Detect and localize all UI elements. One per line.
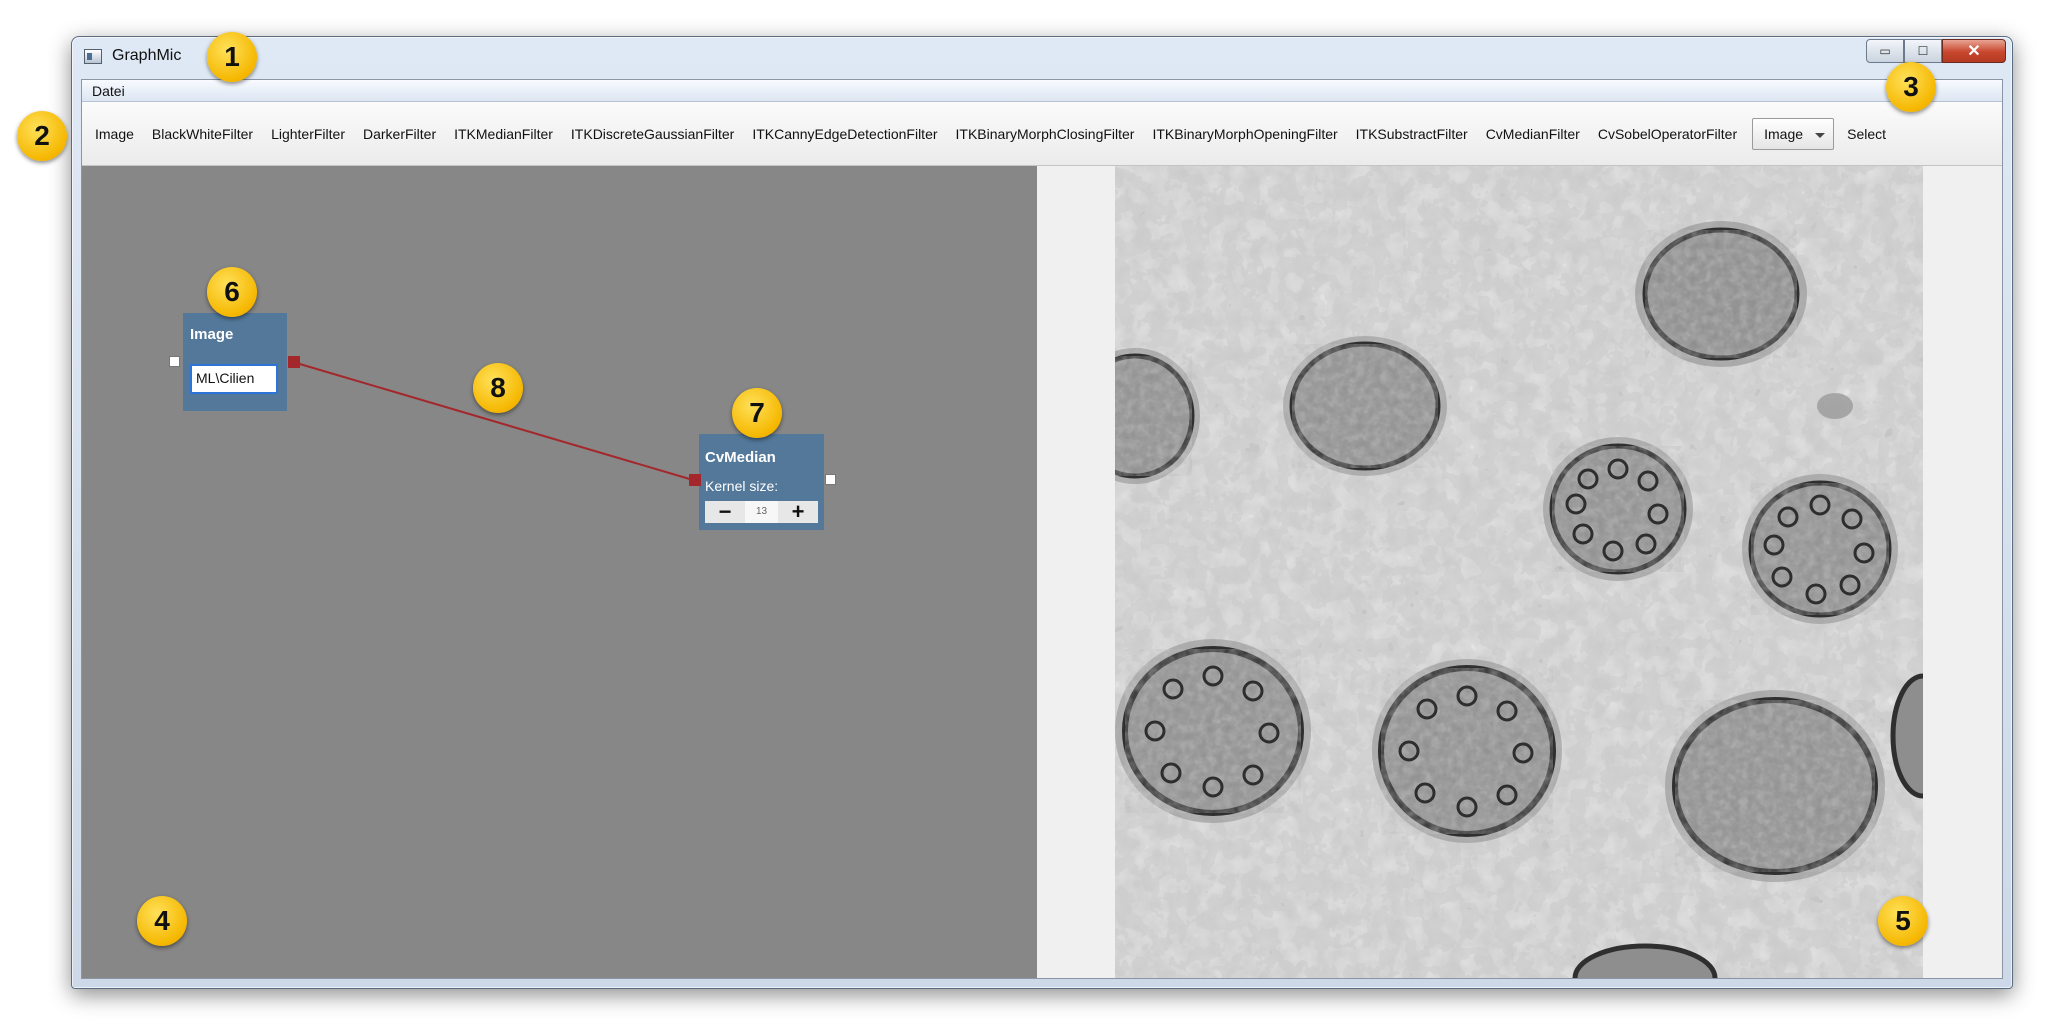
- cvmedian-node-output-port[interactable]: [825, 474, 836, 485]
- callout-marker-8: 8: [473, 363, 523, 413]
- toolbar-blackwhitefilter[interactable]: BlackWhiteFilter: [143, 126, 262, 142]
- toolbar-itkbinarymorphopeningfilter[interactable]: ITKBinaryMorphOpeningFilter: [1143, 126, 1346, 142]
- toolbar-image[interactable]: Image: [86, 126, 143, 142]
- toolbar-itkbinarymorphclosingfilter[interactable]: ITKBinaryMorphClosingFilter: [947, 126, 1144, 142]
- callout-marker-7: 7: [732, 388, 782, 438]
- image-node-title: Image: [190, 326, 234, 343]
- increment-button[interactable]: +: [778, 501, 818, 523]
- title-bar[interactable]: GraphMic ▭ ☐ ✕: [72, 37, 2012, 79]
- image-node-output-port[interactable]: [288, 356, 300, 368]
- menu-datei[interactable]: Datei: [92, 83, 125, 99]
- minimize-icon: ▭: [1879, 44, 1891, 58]
- maximize-icon: ☐: [1917, 44, 1929, 58]
- callout-marker-4: 4: [137, 896, 187, 946]
- callout-marker-1: 1: [207, 32, 257, 82]
- toolbar: Image BlackWhiteFilter LighterFilter Dar…: [82, 102, 2002, 166]
- window-title: GraphMic: [112, 47, 182, 64]
- toolbar-cvsoboloperatorfilter[interactable]: CvSobelOperatorFilter: [1589, 126, 1746, 142]
- toolbar-darkerfilter[interactable]: DarkerFilter: [354, 126, 445, 142]
- select-button[interactable]: Select: [1838, 126, 1895, 142]
- decrement-button[interactable]: −: [705, 501, 745, 523]
- callout-marker-6: 6: [207, 267, 257, 317]
- content-area: Image ML\Cilien CvMedian Kernel size: − …: [82, 166, 2002, 978]
- window-controls: ▭ ☐ ✕: [1866, 39, 2006, 63]
- image-node-input-port[interactable]: [169, 356, 180, 367]
- cvmedian-node-title: CvMedian: [705, 449, 776, 466]
- toolbar-itksubstractfilter[interactable]: ITKSubstractFilter: [1347, 126, 1477, 142]
- toolbar-itkcannyedgedetectionfilter[interactable]: ITKCannyEdgeDetectionFilter: [743, 126, 946, 142]
- toolbar-itkdiscretegaussianfilter[interactable]: ITKDiscreteGaussianFilter: [562, 126, 743, 142]
- minimize-button[interactable]: ▭: [1866, 39, 1904, 63]
- image-node[interactable]: Image ML\Cilien: [183, 313, 287, 411]
- callout-marker-3: 3: [1886, 62, 1936, 112]
- mode-combo-value: Image: [1764, 125, 1804, 142]
- app-window: GraphMic ▭ ☐ ✕ Datei Image BlackWhiteFil…: [71, 36, 2013, 989]
- chevron-down-icon: [1815, 132, 1826, 138]
- client-area: Datei Image BlackWhiteFilter LighterFilt…: [81, 79, 2003, 979]
- toolbar-itkmedianfilter[interactable]: ITKMedianFilter: [445, 126, 562, 142]
- maximize-button[interactable]: ☐: [1904, 39, 1942, 63]
- callout-marker-5: 5: [1878, 896, 1928, 946]
- image-path-input[interactable]: ML\Cilien: [190, 364, 278, 394]
- kernel-size-label: Kernel size:: [705, 478, 779, 494]
- close-icon: ✕: [1967, 43, 1981, 60]
- cvmedian-node-input-port[interactable]: [689, 474, 701, 486]
- image-preview-panel: [1037, 166, 2002, 978]
- callout-marker-2: 2: [17, 111, 67, 161]
- cvmedian-node[interactable]: CvMedian Kernel size: − 13 +: [699, 434, 824, 530]
- toolbar-lighterfilter[interactable]: LighterFilter: [262, 126, 354, 142]
- menu-bar: Datei: [82, 80, 2002, 102]
- close-button[interactable]: ✕: [1942, 39, 2006, 63]
- kernel-size-value[interactable]: 13: [745, 501, 778, 523]
- mode-combo[interactable]: Image: [1752, 117, 1835, 150]
- cilia-micrograph-image: [1115, 166, 1923, 978]
- toolbar-cvmedianfilter[interactable]: CvMedianFilter: [1477, 126, 1589, 142]
- kernel-size-stepper[interactable]: − 13 +: [705, 501, 818, 523]
- app-window-icon: [84, 49, 102, 64]
